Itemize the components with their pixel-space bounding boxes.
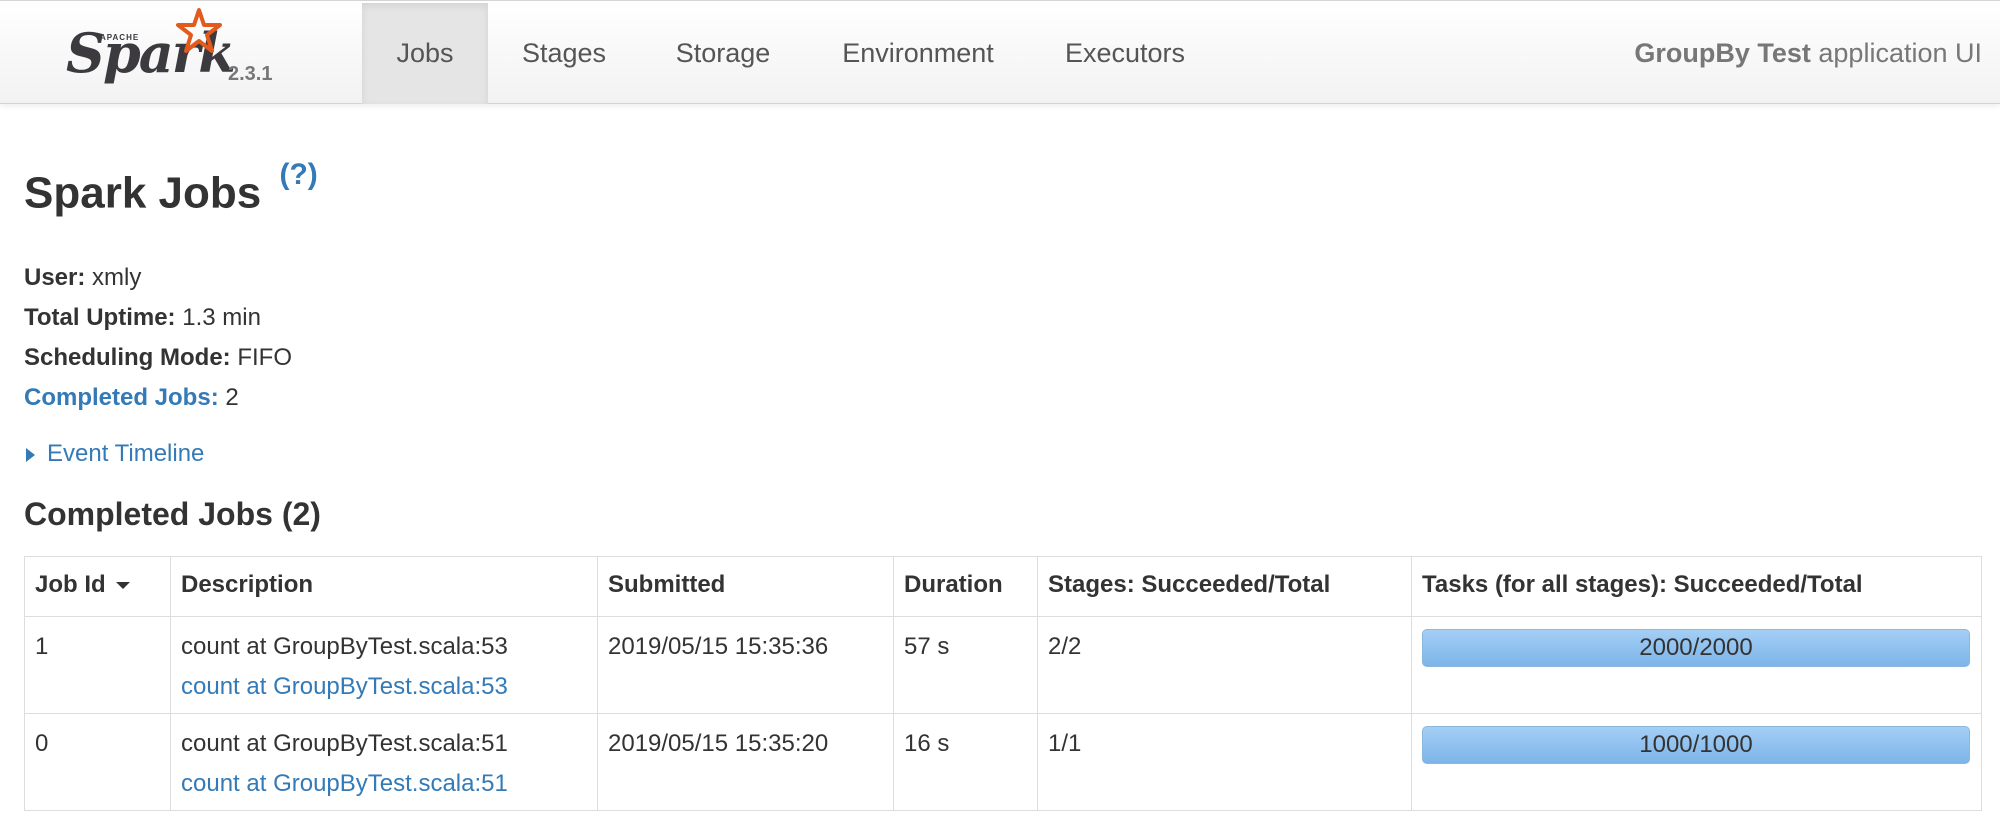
- user-value: xmly: [85, 264, 142, 291]
- table-row: 1 count at GroupByTest.scala:53 count at…: [24, 616, 1982, 714]
- stages-cell: 1/1: [1037, 713, 1412, 811]
- job-id-cell: 0: [24, 713, 171, 811]
- tasks-progress-text: 1000/1000: [1639, 731, 1753, 758]
- help-link[interactable]: (?): [279, 158, 317, 191]
- user-label: User:: [24, 264, 86, 291]
- header-tasks[interactable]: Tasks (for all stages): Succeeded/Total: [1411, 556, 1982, 617]
- tasks-progress-bar: 2000/2000: [1422, 629, 1970, 667]
- completed-jobs-title: Completed Jobs (2): [24, 496, 321, 532]
- app-title: GroupBy Test application UI: [1634, 1, 1982, 105]
- table-header-row: Job Id Description Submitted Duration St…: [24, 556, 1982, 617]
- header-duration[interactable]: Duration: [893, 556, 1038, 617]
- description-link[interactable]: count at GroupByTest.scala:53: [181, 667, 587, 707]
- header-description[interactable]: Description: [170, 556, 598, 617]
- summary-uptime: Total Uptime: 1.3 min: [24, 298, 292, 338]
- tasks-progress-bar: 1000/1000: [1422, 726, 1970, 764]
- submitted-cell: 2019/05/15 15:35:20: [597, 713, 894, 811]
- app-name: GroupBy Test: [1634, 38, 1811, 68]
- job-id-cell: 1: [24, 616, 171, 714]
- caret-down-icon: [115, 582, 130, 589]
- tab-stages[interactable]: Stages: [502, 3, 626, 104]
- completed-jobs-value: 2: [218, 384, 239, 411]
- page-title-text: Spark Jobs: [24, 168, 262, 218]
- uptime-label: Total Uptime:: [24, 304, 176, 331]
- summary-mode: Scheduling Mode: FIFO: [24, 338, 292, 378]
- description-cell: count at GroupByTest.scala:53 count at G…: [170, 616, 598, 714]
- description-text: count at GroupByTest.scala:51: [181, 730, 508, 757]
- duration-cell: 57 s: [893, 616, 1038, 714]
- tab-executors[interactable]: Executors: [1052, 3, 1198, 104]
- tab-jobs[interactable]: Jobs: [362, 3, 488, 104]
- mode-label: Scheduling Mode:: [24, 344, 231, 371]
- spark-version: 2.3.1: [228, 63, 273, 85]
- spark-star-icon: [176, 8, 222, 53]
- completed-jobs-table: Job Id Description Submitted Duration St…: [24, 556, 1982, 811]
- tasks-cell: 2000/2000: [1411, 616, 1982, 714]
- duration-cell: 16 s: [893, 713, 1038, 811]
- uptime-value: 1.3 min: [175, 304, 261, 331]
- app-suffix: application UI: [1810, 38, 1982, 68]
- header-job-id[interactable]: Job Id: [24, 556, 171, 617]
- caret-right-icon: [26, 448, 35, 462]
- description-cell: count at GroupByTest.scala:51 count at G…: [170, 713, 598, 811]
- job-summary: User: xmly Total Uptime: 1.3 min Schedul…: [24, 258, 292, 418]
- tasks-cell: 1000/1000: [1411, 713, 1982, 811]
- header-job-id-label: Job Id: [35, 571, 106, 598]
- page-title: Spark Jobs (?): [24, 158, 318, 219]
- tasks-progress-text: 2000/2000: [1639, 634, 1753, 661]
- submitted-cell: 2019/05/15 15:35:36: [597, 616, 894, 714]
- stages-cell: 2/2: [1037, 616, 1412, 714]
- table-row: 0 count at GroupByTest.scala:51 count at…: [24, 713, 1982, 811]
- header-stages[interactable]: Stages: Succeeded/Total: [1037, 556, 1412, 617]
- event-timeline-toggle[interactable]: Event Timeline: [26, 440, 204, 468]
- description-text: count at GroupByTest.scala:53: [181, 633, 508, 660]
- navbar: APACHE Spark 2.3.1 Jobs Stages Storage E…: [0, 0, 2000, 104]
- spark-logo[interactable]: APACHE Spark 2.3.1: [62, 7, 292, 99]
- header-submitted[interactable]: Submitted: [597, 556, 894, 617]
- summary-completed: Completed Jobs: 2: [24, 378, 292, 418]
- tab-environment[interactable]: Environment: [828, 3, 1008, 104]
- summary-user: User: xmly: [24, 258, 292, 298]
- event-timeline-label: Event Timeline: [47, 440, 205, 467]
- tab-storage[interactable]: Storage: [658, 3, 788, 104]
- completed-jobs-link[interactable]: Completed Jobs:: [24, 384, 219, 411]
- description-link[interactable]: count at GroupByTest.scala:51: [181, 764, 587, 804]
- mode-value: FIFO: [230, 344, 292, 371]
